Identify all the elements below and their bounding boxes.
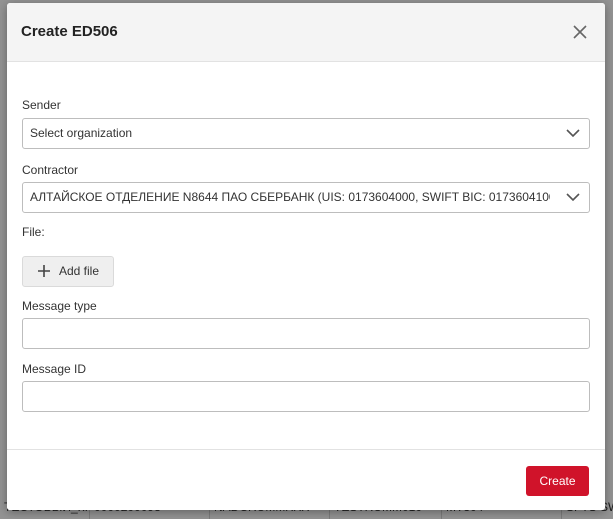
chevron-down-icon <box>566 193 580 202</box>
add-file-button[interactable]: Add file <box>22 256 114 287</box>
message-type-label: Message type <box>22 299 97 313</box>
create-ed506-dialog: Create ED506 Sender Select organization … <box>7 3 605 510</box>
message-id-input[interactable] <box>22 381 590 412</box>
message-type-field[interactable] <box>23 319 589 348</box>
message-id-field[interactable] <box>23 382 589 411</box>
sender-placeholder: Select organization <box>30 126 133 140</box>
modal-header: Create ED506 <box>7 3 605 62</box>
modal-title: Create ED506 <box>21 23 118 40</box>
contractor-select[interactable]: АЛТАЙСКОЕ ОТДЕЛЕНИЕ N8644 ПАО СБЕРБАНК (… <box>22 182 590 213</box>
sender-select[interactable]: Select organization <box>22 118 590 149</box>
sender-label: Sender <box>22 98 61 112</box>
close-button[interactable] <box>569 21 591 43</box>
add-file-label: Add file <box>59 264 100 278</box>
message-id-label: Message ID <box>22 362 87 376</box>
plus-icon <box>38 265 50 277</box>
file-label: File: <box>22 225 45 239</box>
close-icon <box>573 25 587 39</box>
message-type-input[interactable] <box>22 318 590 349</box>
contractor-value: АЛТАЙСКОЕ ОТДЕЛЕНИЕ N8644 ПАО СБЕРБАНК (… <box>30 190 550 204</box>
chevron-down-icon <box>566 129 580 138</box>
modal-footer: Create <box>7 449 605 510</box>
contractor-label: Contractor <box>22 163 79 177</box>
modal-body: Sender Select organization Contractor АЛ… <box>7 62 605 449</box>
create-button[interactable]: Create <box>526 466 589 496</box>
